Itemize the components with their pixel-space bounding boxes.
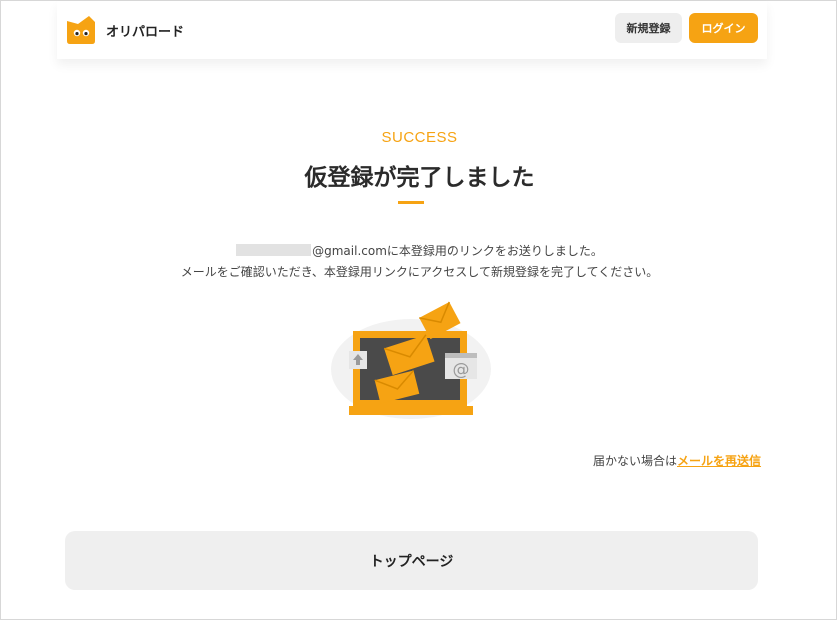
resend-row: 届かない場合はメールを再送信 [593, 452, 761, 469]
logo-text: オリパロード [106, 24, 185, 40]
masked-email [236, 244, 312, 256]
message-line-1-text: @gmail.comに本登録用のリンクをお送りしました。 [312, 244, 603, 258]
top-page-button[interactable]: トップページ [65, 531, 758, 590]
resend-prefix: 届かない場合は [593, 454, 678, 468]
message-line-1: @gmail.comに本登録用のリンクをお送りしました。 [1, 241, 837, 262]
success-label: SUCCESS [381, 129, 458, 146]
message-line-2: メールをご確認いただき、本登録用リンクにアクセスして新規登録を完了してください。 [180, 265, 659, 279]
site-header: オリパロード 新規登録 ログイン [57, 1, 767, 59]
page-title: 仮登録が完了しました [304, 165, 535, 191]
site-logo[interactable]: オリパロード [65, 14, 184, 46]
login-button[interactable]: ログイン [689, 13, 758, 43]
register-button[interactable]: 新規登録 [615, 13, 682, 43]
page-frame: オリパロード 新規登録 ログイン SUCCESS 仮登録が完了しました @gma… [0, 0, 837, 620]
title-underline [398, 201, 424, 204]
confirmation-message: @gmail.comに本登録用のリンクをお送りしました。 メールをご確認いただき… [1, 241, 837, 283]
resend-email-link[interactable]: メールを再送信 [677, 454, 761, 468]
at-sign-icon: @ [453, 360, 470, 380]
mail-sent-illustration: @ [331, 301, 491, 419]
logo-icon [67, 16, 95, 44]
